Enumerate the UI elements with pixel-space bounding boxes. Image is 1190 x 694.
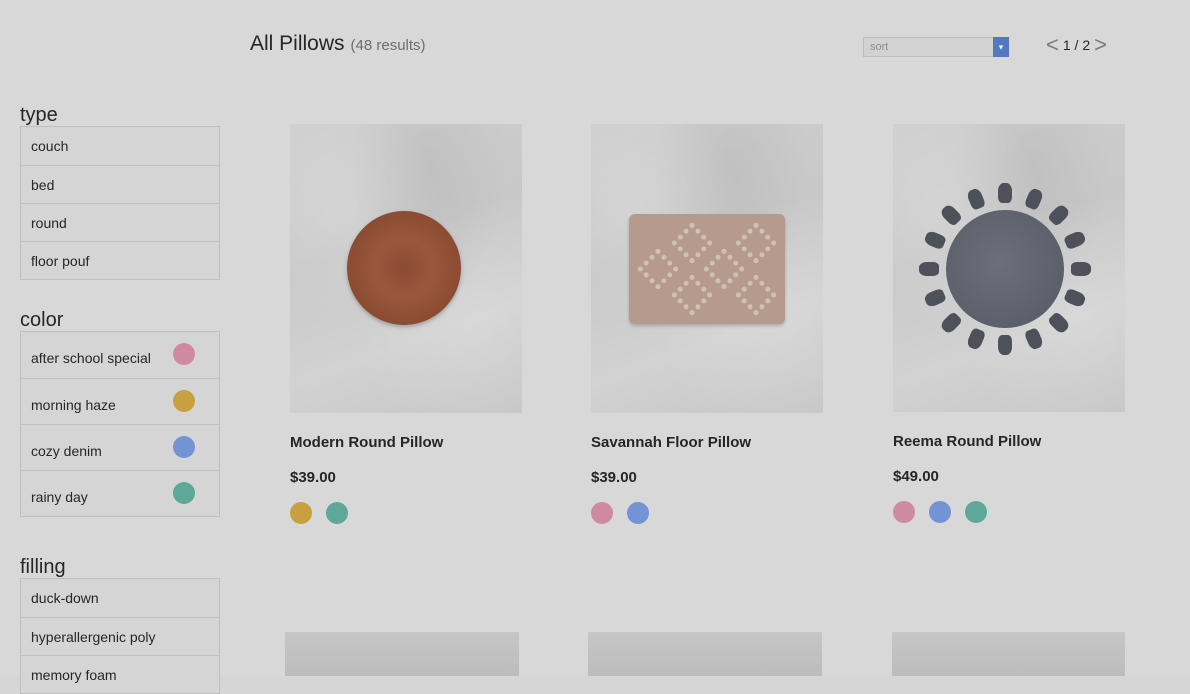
- color-swatch: [173, 436, 195, 458]
- filter-option-floor-pouf[interactable]: floor pouf: [21, 241, 219, 279]
- tassel: [965, 327, 987, 352]
- pattern-diamond: [734, 221, 778, 265]
- color-swatch: [173, 482, 195, 504]
- sort-placeholder: sort: [870, 41, 889, 53]
- tassel: [998, 335, 1012, 355]
- product-image[interactable]: [591, 124, 823, 413]
- pattern-diamond: [702, 247, 746, 291]
- tassel: [1071, 262, 1091, 276]
- tassel: [965, 186, 987, 211]
- filter-option-morning-haze[interactable]: morning haze: [21, 378, 219, 424]
- page-header: All Pillows (48 results): [250, 32, 426, 56]
- color-option-dot[interactable]: [326, 502, 348, 524]
- product-image[interactable]: [893, 124, 1125, 412]
- filter-option-bed[interactable]: bed: [21, 165, 219, 203]
- filter-option-hyperallergenic-poly[interactable]: hyperallergenic poly: [21, 617, 219, 655]
- diamond-pattern: [629, 214, 785, 324]
- filter-option-label: rainy day: [31, 489, 88, 505]
- filter-option-after-school-special[interactable]: after school special: [21, 332, 219, 378]
- tassel: [1063, 287, 1088, 309]
- product-name[interactable]: Savannah Floor Pillow: [591, 434, 823, 451]
- chevron-right-icon[interactable]: >: [1094, 34, 1107, 56]
- page-title: All Pillows: [250, 32, 345, 55]
- filter-option-cozy-denim[interactable]: cozy denim: [21, 424, 219, 470]
- filter-option-label: morning haze: [31, 397, 116, 413]
- pattern-diamond: [670, 273, 714, 317]
- tassel: [922, 229, 947, 251]
- color-option-dot[interactable]: [965, 501, 987, 523]
- facet-list-filling: duck-down hyperallergenic poly memory fo…: [20, 578, 220, 694]
- product-image[interactable]: [892, 632, 1125, 676]
- pattern-diamond: [734, 273, 778, 317]
- result-count: (48 results): [350, 37, 426, 54]
- product-price: $39.00: [591, 469, 637, 486]
- pattern-diamond: [636, 247, 680, 291]
- chevron-left-icon[interactable]: <: [1046, 34, 1059, 56]
- tassel: [1063, 229, 1088, 251]
- sort-select[interactable]: sort ▾: [863, 37, 1009, 57]
- product-price: $39.00: [290, 469, 336, 486]
- color-options: [290, 502, 522, 524]
- filter-option-rainy-day[interactable]: rainy day: [21, 470, 219, 516]
- chevron-down-icon[interactable]: ▾: [993, 37, 1009, 57]
- facet-list-type: couch bed round floor pouf: [20, 126, 220, 280]
- tassel: [998, 183, 1012, 203]
- facet-title-type: type: [20, 104, 58, 126]
- tasseled-pillow-graphic: [946, 210, 1064, 328]
- filter-option-label: after school special: [31, 350, 151, 366]
- color-options: [893, 501, 1125, 523]
- tassel: [1046, 310, 1071, 335]
- product-card[interactable]: Savannah Floor Pillow $39.00: [591, 124, 823, 524]
- product-image[interactable]: [285, 632, 519, 676]
- pagination: < 1 / 2 >: [1046, 34, 1107, 56]
- color-option-dot[interactable]: [627, 502, 649, 524]
- product-image[interactable]: [588, 632, 822, 676]
- tassel: [939, 203, 964, 228]
- color-swatch: [173, 343, 195, 365]
- tassel: [1046, 203, 1071, 228]
- color-option-dot[interactable]: [290, 502, 312, 524]
- filter-option-label: cozy denim: [31, 443, 102, 459]
- color-option-dot[interactable]: [591, 502, 613, 524]
- product-name[interactable]: Modern Round Pillow: [290, 434, 522, 451]
- filter-option-round[interactable]: round: [21, 203, 219, 241]
- tassel: [939, 310, 964, 335]
- rectangular-pillow-graphic: [629, 214, 785, 324]
- facet-title-color: color: [20, 309, 64, 331]
- filter-option-memory-foam[interactable]: memory foam: [21, 655, 219, 693]
- product-name[interactable]: Reema Round Pillow: [893, 433, 1125, 450]
- facet-title-filling: filling: [20, 556, 66, 578]
- color-option-dot[interactable]: [893, 501, 915, 523]
- tassel: [1023, 186, 1045, 211]
- page: All Pillows (48 results) sort ▾ < 1 / 2 …: [0, 0, 1190, 694]
- tassel: [1023, 327, 1045, 352]
- product-price: $49.00: [893, 468, 939, 485]
- page-indicator: 1 / 2: [1062, 37, 1091, 53]
- color-swatch: [173, 390, 195, 412]
- pattern-diamond: [670, 221, 714, 265]
- tassel: [922, 287, 947, 309]
- product-card[interactable]: Modern Round Pillow $39.00: [290, 124, 522, 524]
- filter-option-duck-down[interactable]: duck-down: [21, 579, 219, 617]
- filter-option-couch[interactable]: couch: [21, 127, 219, 165]
- facet-list-color: after school special morning haze cozy d…: [20, 331, 220, 517]
- color-option-dot[interactable]: [929, 501, 951, 523]
- tassel: [919, 262, 939, 276]
- color-options: [591, 502, 823, 524]
- product-card[interactable]: Reema Round Pillow $49.00: [893, 124, 1125, 523]
- product-image[interactable]: [290, 124, 522, 413]
- round-pillow-graphic: [347, 211, 461, 325]
